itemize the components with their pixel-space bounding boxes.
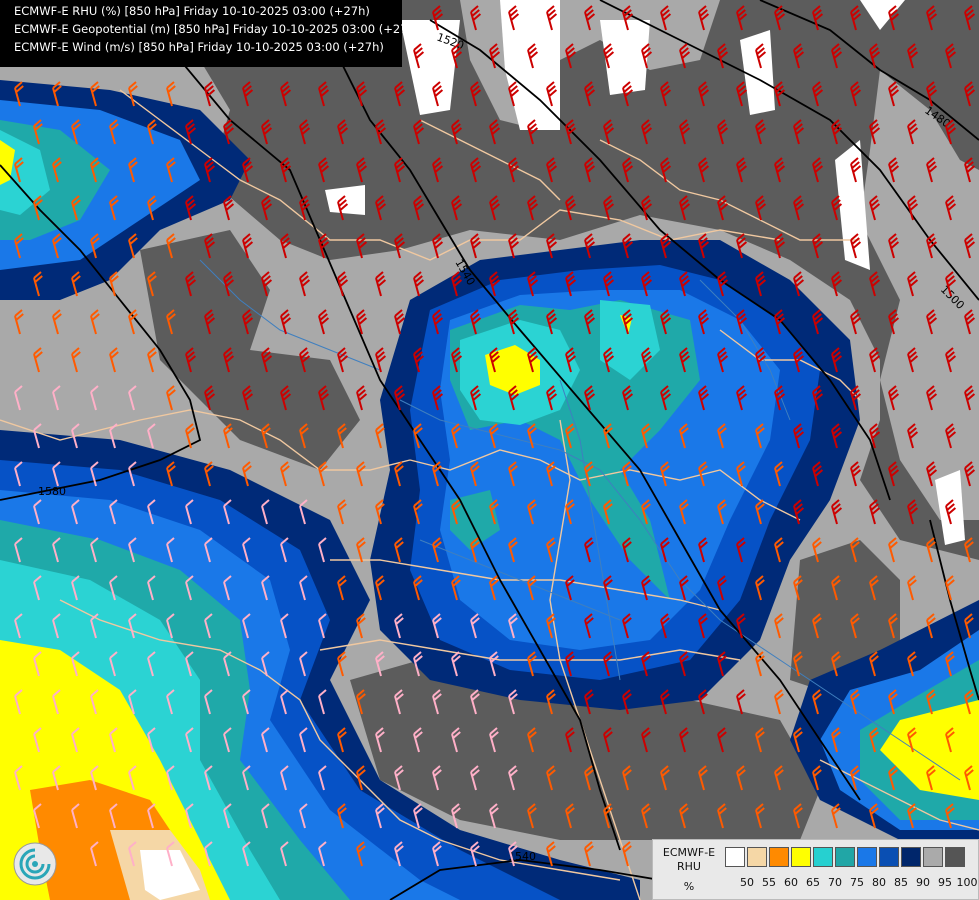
legend-swatch	[879, 847, 899, 867]
legend-swatch	[791, 847, 811, 867]
legend-tick-label: 65	[806, 876, 820, 889]
legend-swatch	[857, 847, 877, 867]
legend-tick-label: 75	[850, 876, 864, 889]
legend-tick-label: 100	[956, 876, 978, 889]
legend-title: ECMWF-E RHU	[657, 846, 721, 874]
legend-tick-label: 90	[916, 876, 930, 889]
legend-swatch	[923, 847, 943, 867]
legend-swatch	[901, 847, 921, 867]
legend-title-line1: ECMWF-E	[662, 846, 716, 859]
legend-tick-label: 80	[872, 876, 886, 889]
legend-title-line2: RHU	[677, 860, 701, 873]
title-line-wind: ECMWF-E Wind (m/s) [850 hPa] Friday 10-1…	[14, 40, 384, 54]
title-line-geopotential: ECMWF-E Geopotential (m) [850 hPa] Frida…	[14, 22, 420, 36]
legend-tick-label: 60	[784, 876, 798, 889]
contour-label: 1580	[38, 485, 66, 498]
legend-tick-label: 55	[762, 876, 776, 889]
legend-tick-label: 85	[894, 876, 908, 889]
legend-swatch	[813, 847, 833, 867]
legend-swatch	[769, 847, 789, 867]
legend-swatch	[835, 847, 855, 867]
weather-map: 1520 1480 1540 1500 1580 1540	[0, 0, 979, 900]
title-line-rhu: ECMWF-E RHU (%) [850 hPa] Friday 10-10-2…	[14, 4, 370, 18]
legend-swatch	[747, 847, 767, 867]
legend-unit: %	[683, 880, 695, 893]
rhu-legend: ECMWF-E RHU % 50 55 60 65 70 75 80 85 90 95 100	[652, 839, 979, 900]
legend-swatch	[945, 847, 965, 867]
ecmwf-logo-icon	[12, 841, 58, 887]
legend-tick-label: 50	[740, 876, 754, 889]
legend-swatch	[725, 847, 745, 867]
map-title-box: ECMWF-E RHU (%) [850 hPa] Friday 10-10-2…	[0, 0, 420, 67]
legend-tick-label: 95	[938, 876, 952, 889]
legend-tick-label: 70	[828, 876, 842, 889]
